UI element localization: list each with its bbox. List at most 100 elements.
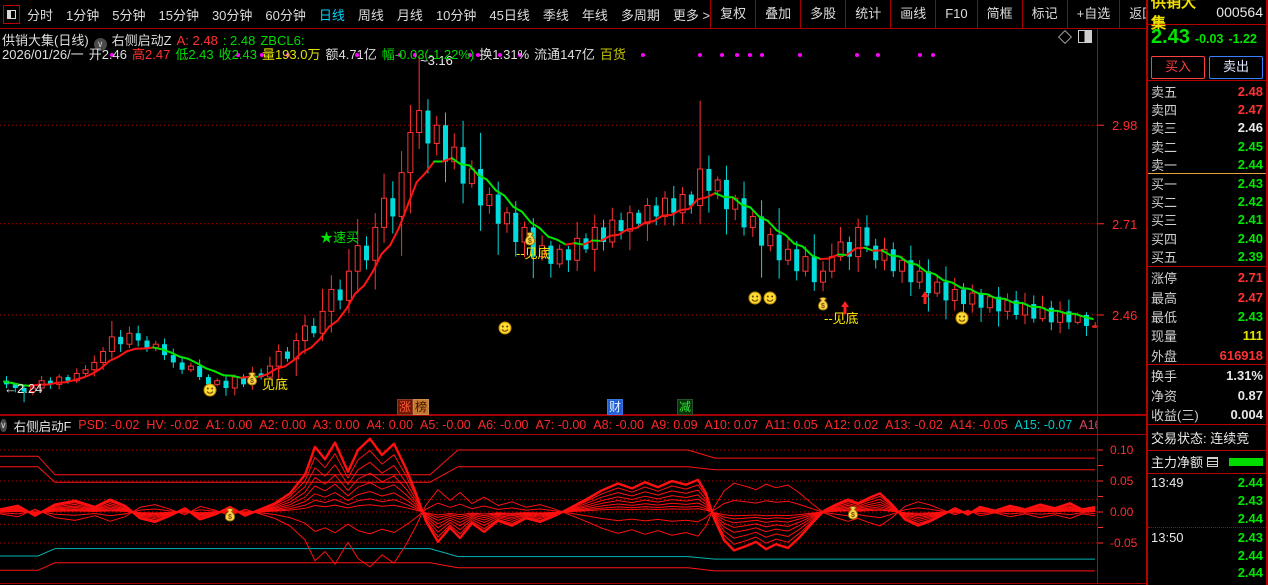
smiley-icon bbox=[749, 292, 761, 304]
menu-item-11[interactable]: 45日线 bbox=[489, 5, 529, 24]
indicator-values: PSD: -0.02HV: -0.02A1: 0.00A2: 0.00A3: 0… bbox=[78, 418, 1097, 432]
ask-row[interactable]: 卖五2.48 bbox=[1148, 82, 1266, 100]
menu-item-13[interactable]: 年线 bbox=[582, 5, 608, 24]
bid-row-label: 买三 bbox=[1151, 210, 1177, 229]
stat-row-value: 0.004 bbox=[1230, 407, 1263, 422]
main-chart[interactable]: $$$ 供销大集(日线)∨右侧启动ZA: 2.48: 2.48ZBCL6: 20… bbox=[0, 29, 1146, 414]
indicator-value: A4: 0.00 bbox=[366, 418, 413, 432]
tool-menu-item-5[interactable]: 画线 bbox=[890, 0, 935, 28]
bid-row-label: 买二 bbox=[1151, 192, 1177, 211]
stat-row-label: 涨停 bbox=[1151, 268, 1177, 287]
svg-text:$: $ bbox=[851, 512, 855, 519]
indicator-value: A10: 0.07 bbox=[705, 418, 759, 432]
indicator-panel[interactable]: $$ 0.100.050.00-0.05 bbox=[0, 436, 1146, 583]
tool-menu-item-2[interactable]: 叠加 bbox=[755, 0, 800, 28]
bid-row[interactable]: 买四 2.40 bbox=[1148, 229, 1266, 247]
tool-menu-item-8[interactable]: 标记 bbox=[1022, 0, 1067, 28]
menu-item-8[interactable]: 周线 bbox=[358, 5, 384, 24]
menu-item-1[interactable]: 分时 bbox=[27, 5, 53, 24]
indicator-value: A11: 0.05 bbox=[765, 418, 818, 432]
svg-text:$: $ bbox=[821, 303, 825, 310]
chart-tag-char: 榜 bbox=[413, 399, 429, 415]
menu-item-10[interactable]: 10分钟 bbox=[436, 5, 476, 24]
menu-item-9[interactable]: 月线 bbox=[397, 5, 423, 24]
quote-panel: 供销大集 000564 2.43 -0.03 -1.22 买入 卖出 卖五2.4… bbox=[1148, 0, 1266, 585]
tool-menu-item-4[interactable]: 统计 bbox=[845, 0, 890, 28]
svg-text:$: $ bbox=[250, 378, 254, 385]
up-arrow-icon bbox=[841, 301, 849, 314]
bid-row[interactable]: 买五2.39 bbox=[1148, 247, 1266, 265]
chart-tag-1[interactable]: 涨榜 bbox=[397, 399, 429, 415]
chart-tag-2[interactable]: 财 bbox=[607, 399, 623, 415]
tick-row: 13:502.43 bbox=[1148, 527, 1266, 546]
tick-price: 2.43 bbox=[1238, 530, 1263, 545]
tool-menu-item-7[interactable]: 简框 bbox=[977, 0, 1022, 28]
menu-item-3[interactable]: 5分钟 bbox=[112, 5, 145, 24]
svg-text:$: $ bbox=[528, 238, 532, 245]
tool-menu-item-9[interactable]: +自选 bbox=[1067, 0, 1120, 28]
candlestick-canvas[interactable]: $ $ $ bbox=[0, 29, 1146, 414]
stock-name-row: 供销大集 000564 bbox=[1148, 0, 1266, 25]
bid-row-value: 2.40 bbox=[1238, 231, 1263, 246]
bid-row[interactable]: 买三2.41 bbox=[1148, 211, 1266, 229]
main-flow-label: 主力净额 bbox=[1151, 452, 1203, 471]
indicator-value: A6: -0.00 bbox=[478, 418, 529, 432]
chevron-circle-icon[interactable]: ∨ bbox=[0, 419, 7, 432]
chart-tag-char: 财 bbox=[607, 399, 623, 415]
ask-row[interactable]: 卖一2.44 bbox=[1148, 155, 1266, 173]
bid-row[interactable]: 买一2.43 bbox=[1148, 174, 1266, 192]
bid-row[interactable]: 买二2.42 bbox=[1148, 192, 1266, 210]
ask-row[interactable]: 卖二2.45 bbox=[1148, 137, 1266, 155]
chart-tag-3[interactable]: 减 bbox=[677, 399, 693, 415]
indicator-value: PSD: -0.02 bbox=[78, 418, 139, 432]
window-split-icon[interactable] bbox=[3, 5, 20, 24]
indicator-value: A2: 0.00 bbox=[259, 418, 306, 432]
ask-row[interactable]: 卖四2.47 bbox=[1148, 100, 1266, 118]
tick-price: 2.44 bbox=[1238, 511, 1263, 526]
menu-item-4[interactable]: 15分钟 bbox=[158, 5, 198, 24]
indicator-value: A7: -0.00 bbox=[536, 418, 587, 432]
menu-item-7[interactable]: 日线 bbox=[319, 5, 345, 24]
sell-button[interactable]: 卖出 bbox=[1209, 56, 1263, 79]
svg-text:$: $ bbox=[228, 514, 232, 521]
menu-bar: 分时 1分钟 5分钟 15分钟 30分钟 60分钟日线周线月线 10分钟 45日线季线年线多周… bbox=[0, 0, 1146, 28]
stat-row-value: 616918 bbox=[1220, 348, 1263, 363]
menu-item-6[interactable]: 60分钟 bbox=[265, 5, 305, 24]
menu-item-12[interactable]: 季线 bbox=[543, 5, 569, 24]
stat-row: 最高2.47 bbox=[1148, 287, 1266, 306]
stat-row-label: 净资 bbox=[1151, 386, 1177, 405]
stat-row-label: 收益(三) bbox=[1151, 405, 1199, 424]
smiley-icon bbox=[204, 384, 216, 396]
window-icon[interactable] bbox=[1078, 30, 1092, 43]
tool-menu-item-10[interactable]: 返回 bbox=[1119, 0, 1146, 28]
stat-row-label: 现量 bbox=[1151, 326, 1177, 345]
tool-menu-item-3[interactable]: 多股 bbox=[800, 0, 845, 28]
menu-item-2[interactable]: 1分钟 bbox=[66, 5, 99, 24]
ask-row[interactable]: 卖三2.46 bbox=[1148, 119, 1266, 137]
ask-row-label: 卖四 bbox=[1151, 100, 1177, 119]
tool-menu-item-1[interactable]: 复权 bbox=[710, 0, 755, 28]
buy-button[interactable]: 买入 bbox=[1151, 56, 1205, 79]
bid-quotes: 买一2.43买二2.42买三2.41买四 2.40买五2.39 bbox=[1148, 174, 1266, 265]
current-price: 2.43 bbox=[1151, 26, 1190, 49]
menu-item-14[interactable]: 多周期 bbox=[621, 5, 660, 24]
indicator-header: ∨ 右侧启动F PSD: -0.02HV: -0.02A1: 0.00A2: 0… bbox=[0, 416, 1097, 434]
tick-price: 2.44 bbox=[1238, 548, 1263, 563]
tick-price: 2.43 bbox=[1238, 493, 1263, 508]
ask-row-label: 卖二 bbox=[1151, 137, 1177, 156]
stat-row: 外盘616918 bbox=[1148, 346, 1266, 365]
tool-menu-item-6[interactable]: F10 bbox=[935, 0, 976, 28]
diamond-icon[interactable] bbox=[1058, 29, 1072, 43]
smiley-icon bbox=[764, 292, 776, 304]
tick-price: 2.44 bbox=[1238, 475, 1263, 490]
list-icon[interactable] bbox=[1207, 457, 1218, 467]
menu-item-15[interactable]: 更多 > bbox=[673, 5, 710, 24]
stat-row-label: 最低 bbox=[1151, 307, 1177, 326]
tick-price: 2.44 bbox=[1238, 565, 1263, 580]
stat-row-value: 2.71 bbox=[1238, 270, 1263, 285]
menu-item-5[interactable]: 30分钟 bbox=[212, 5, 252, 24]
tick-row: 2.43 bbox=[1148, 492, 1266, 510]
indicator-canvas[interactable]: $$ bbox=[0, 436, 1146, 583]
bid-row-label: 买四 bbox=[1151, 229, 1177, 248]
indicator-value: A5: -0.00 bbox=[420, 418, 471, 432]
